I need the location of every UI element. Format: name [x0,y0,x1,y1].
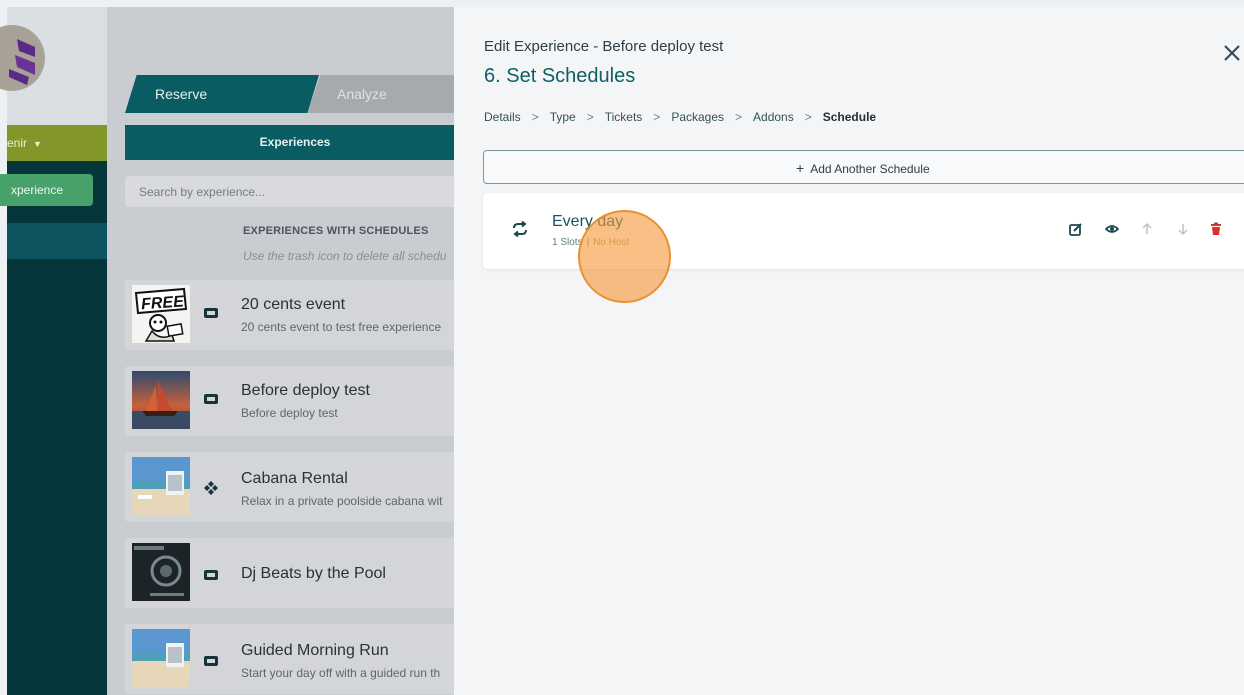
edit-icon[interactable] [1069,222,1083,236]
experience-thumbnail [132,543,190,601]
card-title: 20 cents event [241,296,346,313]
ticket-icon [204,656,218,666]
sidebar-header [0,7,107,125]
chevron-right-icon: > [804,109,812,124]
experiences-tab[interactable]: Experiences [125,125,454,160]
schedule-card[interactable]: Every day 1 Slots | No Host [483,193,1244,269]
breadcrumb: Details > Type > Tickets > Packages > Addons > Sch… [484,109,876,124]
ticket-icon [204,308,218,318]
chevron-right-icon: > [586,109,594,124]
breadcrumb-details[interactable]: Details [484,110,521,124]
search-input[interactable] [125,176,454,207]
sidebar-item-active[interactable] [7,223,107,259]
experience-card[interactable]: Guided Morning Run Start your day off wi… [125,624,454,694]
experience-thumbnail: FREE [132,285,190,343]
card-title: Cabana Rental [241,470,348,487]
new-experience-button[interactable]: xperience [0,174,93,206]
tab-reserve[interactable]: Reserve [125,75,319,113]
breadcrumb-type[interactable]: Type [550,110,576,124]
experience-card[interactable]: Dj Beats by the Pool [125,538,454,608]
card-description: 20 cents event to test free experience [241,320,442,334]
schedule-slots: 1 Slots [552,237,583,248]
svg-text:FREE: FREE [141,293,186,313]
card-description: Relax in a private poolside cabana wit [241,494,443,508]
app-frame: enir ▼ xperience Analyze Reserve Experien… [0,7,1244,695]
step-title: 6. Set Schedules [484,65,636,87]
plus-icon: + [796,160,805,176]
card-title: Guided Morning Run [241,642,389,659]
user-menu[interactable]: enir ▼ [7,125,107,161]
chevron-right-icon: > [653,109,661,124]
ticket-icon [204,394,218,404]
chevron-right-icon: > [531,109,539,124]
schedule-meta: 1 Slots | No Host [552,237,630,248]
arrow-up-icon[interactable] [1140,222,1154,236]
add-schedule-label: Add Another Schedule [810,162,930,176]
trash-icon[interactable] [1209,222,1223,236]
panel-heading: Edit Experience - Before deploy test [484,38,724,55]
tab-analyze[interactable]: Analyze [307,75,454,113]
left-sidebar: enir ▼ xperience [0,7,107,695]
eye-icon[interactable] [1105,222,1119,236]
chevron-right-icon: > [735,109,743,124]
schedule-name: Every day [552,213,624,230]
experience-card[interactable]: FREE 20 cents event 20 cents event to te… [125,280,454,350]
breadcrumb-schedule[interactable]: Schedule [823,110,876,124]
experience-thumbnail [132,629,190,687]
card-description: Before deploy test [241,406,338,420]
add-schedule-button[interactable]: + Add Another Schedule [483,150,1244,184]
section-hint: Use the trash icon to delete all schedu [243,249,447,263]
edit-experience-panel: Edit Experience - Before deploy test 6. … [454,7,1244,695]
card-description: Start your day off with a guided run th [241,666,441,680]
experience-card[interactable]: Before deploy test Before deploy test [125,366,454,436]
breadcrumb-packages[interactable]: Packages [671,110,724,124]
user-menu-label: enir [7,136,28,150]
arrow-down-icon[interactable] [1176,222,1190,236]
experience-thumbnail [132,371,190,429]
chevron-down-icon: ▼ [33,139,42,149]
breadcrumb-addons[interactable]: Addons [753,110,794,124]
ticket-icon [204,570,218,580]
experience-list-panel: Analyze Reserve Experiences EXPERIENCES … [107,7,454,695]
schedule-host: No Host [593,237,630,248]
close-icon[interactable] [1222,43,1242,63]
breadcrumb-tickets[interactable]: Tickets [605,110,643,124]
experience-thumbnail [132,457,190,515]
card-title: Before deploy test [241,382,370,399]
section-title: EXPERIENCES WITH SCHEDULES [243,225,429,237]
experience-card[interactable]: Cabana Rental Relax in a private poolsid… [125,452,454,522]
repeat-icon [513,220,527,238]
diamond-icon [204,481,218,495]
brand-logo[interactable] [0,25,45,91]
card-title: Dj Beats by the Pool [241,565,386,582]
